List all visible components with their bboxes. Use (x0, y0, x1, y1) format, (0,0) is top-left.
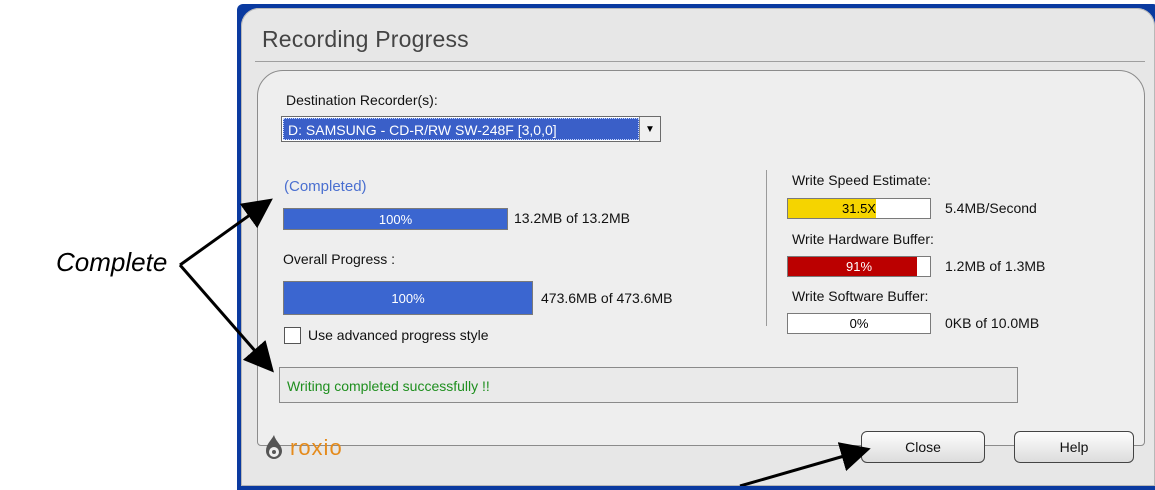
arrow-to-close (739, 442, 871, 486)
arrow-to-status (178, 264, 274, 373)
annotation-arrows (178, 198, 871, 486)
arrow-to-completed (179, 198, 273, 267)
